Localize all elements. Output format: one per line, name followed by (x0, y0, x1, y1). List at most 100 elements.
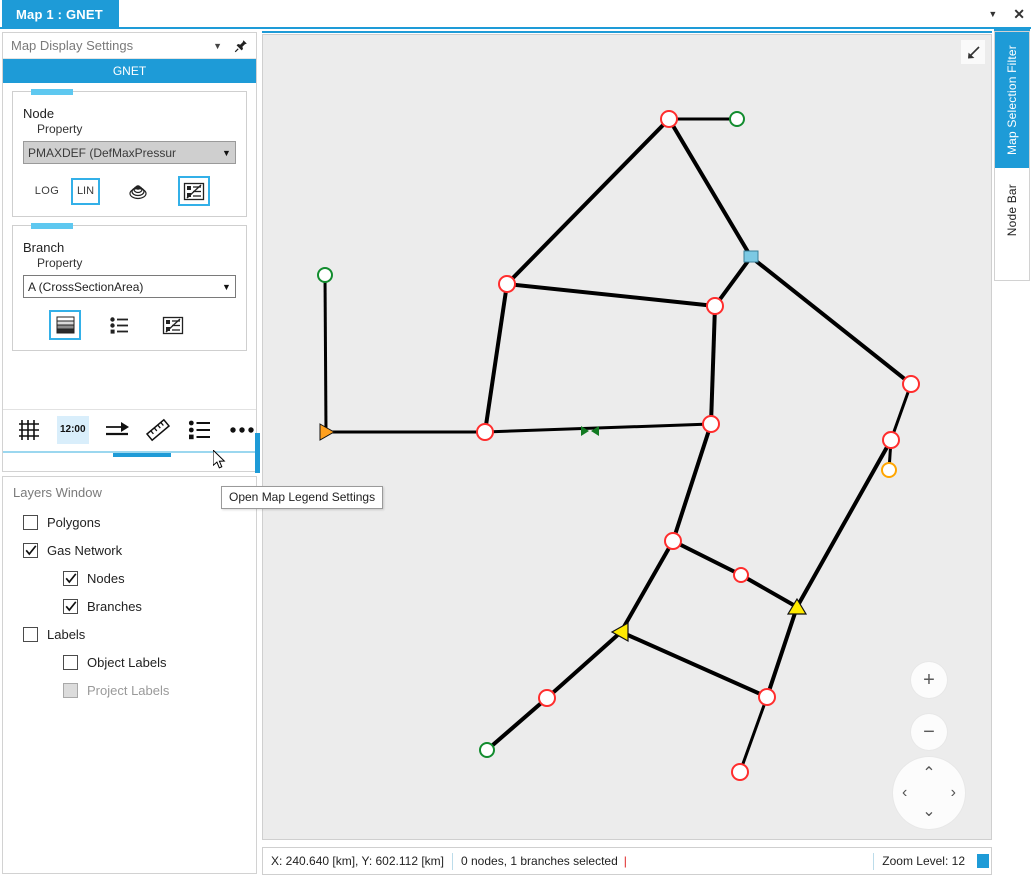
branch-settings-group: Branch Property A (CrossSectionArea) ▼ (12, 223, 247, 351)
layer-item-nodes[interactable]: Nodes (3, 564, 256, 592)
more-options-icon[interactable] (228, 416, 256, 444)
network-node[interactable] (758, 688, 776, 706)
layer-item-object-labels[interactable]: Object Labels (3, 648, 256, 676)
title-accent-rule (0, 27, 1031, 29)
branch-property-value: A (CrossSectionArea) (28, 279, 144, 294)
network-branch[interactable] (323, 274, 328, 433)
zoom-in-button[interactable]: + (911, 662, 947, 698)
branch-legend-style-icon[interactable] (157, 310, 189, 340)
node-settings-group: Node Property PMAXDEF (DefMaxPressur ▼ L… (12, 89, 247, 217)
network-node[interactable] (881, 462, 897, 478)
pan-control-pad[interactable]: ⌃ ⌄ ‹ › (893, 757, 965, 829)
node-property-value: PMAXDEF (DefMaxPressur (28, 145, 177, 160)
gas-network-graph[interactable] (263, 35, 992, 840)
checkbox-nodes[interactable] (63, 570, 78, 586)
measure-ruler-icon[interactable] (145, 416, 173, 444)
layer-item-labels[interactable]: Labels (3, 620, 256, 648)
network-node[interactable] (476, 423, 494, 441)
checkbox-object-labels[interactable] (63, 654, 78, 670)
branch-property-label: Property (37, 256, 83, 270)
map-area: + − ⌃ ⌄ ‹ › X: 240.640 [km], Y: 602.112 … (262, 31, 992, 877)
resize-grip[interactable] (977, 854, 989, 868)
network-branch[interactable] (713, 255, 753, 308)
window-title-bar: Map 1 : GNET ▼ ✕ (0, 0, 1031, 28)
network-branch[interactable] (765, 606, 799, 698)
pan-left-icon[interactable]: ‹ (902, 785, 907, 801)
network-branch[interactable] (738, 696, 769, 773)
network-node[interactable] (882, 431, 900, 449)
network-node[interactable] (702, 415, 720, 433)
tooltip-text: Open Map Legend Settings (229, 490, 376, 504)
network-branch[interactable] (545, 630, 623, 700)
network-branch[interactable] (740, 573, 798, 609)
vtab-node-bar[interactable]: Node Bar (995, 168, 1029, 252)
panel-header: Map Display Settings ▼ (3, 33, 256, 59)
branch-list-style-icon[interactable] (103, 310, 135, 340)
network-branch[interactable] (506, 282, 716, 308)
flow-direction-icon[interactable] (103, 416, 131, 444)
network-node-selected[interactable] (743, 250, 759, 263)
checkbox-labels[interactable] (23, 626, 38, 642)
time-stamp-button[interactable]: 12:00 (56, 415, 89, 444)
checkbox-branches[interactable] (63, 598, 78, 614)
zoom-out-button[interactable]: − (911, 714, 947, 750)
branch-group-accent (31, 223, 73, 229)
network-node[interactable] (733, 567, 749, 583)
network-node[interactable] (317, 267, 333, 283)
network-node[interactable] (902, 375, 920, 393)
chevron-down-icon[interactable]: ▼ (213, 41, 222, 51)
network-node[interactable] (538, 689, 556, 707)
map-display-settings-panel: Map Display Settings ▼ GNET Node Propert… (2, 32, 260, 473)
layer-label: Polygons (47, 514, 101, 530)
network-branch[interactable] (483, 283, 509, 433)
node-legend-style-icon[interactable] (178, 176, 210, 206)
right-side-rail: Map Selection Filter Node Bar (994, 31, 1030, 281)
vtab-map-selection-filter[interactable]: Map Selection Filter (995, 32, 1029, 168)
layer-label: Project Labels (87, 682, 170, 698)
network-node[interactable] (729, 111, 745, 127)
layer-item-branches[interactable]: Branches (3, 592, 256, 620)
pan-right-icon[interactable]: › (951, 785, 956, 801)
network-node[interactable] (479, 742, 495, 758)
layer-item-gas-network[interactable]: Gas Network (3, 536, 256, 564)
map-collapse-icon[interactable] (961, 40, 985, 64)
pan-up-icon[interactable]: ⌃ (922, 766, 935, 782)
lin-scale-button[interactable]: LIN (71, 177, 100, 205)
window-menu-caret-icon[interactable]: ▼ (988, 9, 997, 19)
legend-list-icon[interactable] (186, 416, 214, 444)
checkbox-gas-network[interactable] (23, 542, 38, 558)
pin-icon[interactable] (234, 39, 248, 53)
network-branch[interactable] (671, 423, 713, 542)
log-scale-button[interactable]: LOG (23, 185, 71, 197)
network-branch[interactable] (485, 696, 549, 752)
network-branch[interactable] (749, 255, 913, 386)
gnet-section-header[interactable]: GNET (3, 59, 256, 83)
close-icon[interactable]: ✕ (1013, 6, 1025, 23)
network-node[interactable] (660, 110, 678, 128)
node-group-accent (31, 89, 73, 95)
network-branch[interactable] (505, 117, 671, 286)
network-branch[interactable] (620, 630, 768, 699)
node-group-title: Node (23, 106, 55, 121)
node-property-dropdown[interactable]: PMAXDEF (DefMaxPressur ▼ (23, 141, 236, 164)
branch-property-dropdown[interactable]: A (CrossSectionArea) ▼ (23, 275, 236, 298)
network-branch[interactable] (672, 539, 742, 577)
network-branch[interactable] (667, 117, 753, 259)
network-node[interactable] (706, 297, 724, 315)
grid-toggle-icon[interactable] (15, 416, 43, 444)
network-branch[interactable] (619, 540, 675, 633)
network-node[interactable] (498, 275, 516, 293)
branch-gradient-style-icon[interactable] (49, 310, 81, 340)
network-node[interactable] (731, 763, 749, 781)
node-bubble-style-icon[interactable] (122, 176, 154, 206)
network-branch[interactable] (795, 439, 893, 608)
pan-down-icon[interactable]: ⌄ (922, 804, 935, 820)
layer-item-polygons[interactable]: Polygons (3, 508, 256, 536)
network-node[interactable] (664, 532, 682, 550)
checkbox-polygons[interactable] (23, 514, 38, 530)
map-settings-toolbar: 12:00 (3, 409, 256, 449)
vtab-label: Map Selection Filter (1005, 44, 1019, 156)
network-branch[interactable] (709, 305, 717, 425)
map-canvas[interactable]: + − ⌃ ⌄ ‹ › (262, 34, 992, 840)
tab-map-1-gnet[interactable]: Map 1 : GNET (2, 0, 119, 28)
